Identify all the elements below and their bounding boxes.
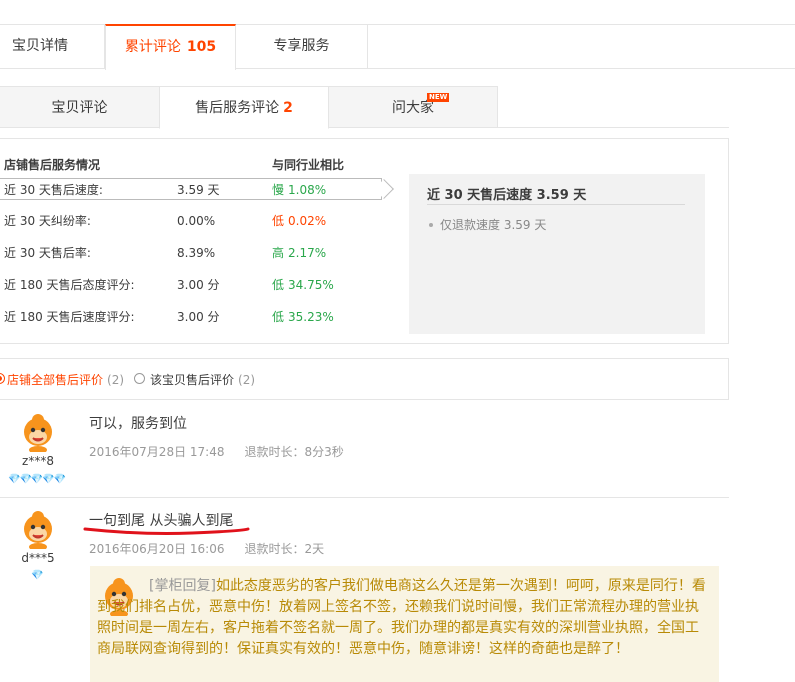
row-compare: 低 34.75% — [272, 274, 334, 296]
row-compare: 低 35.23% — [272, 306, 334, 328]
row-level: 低 — [272, 214, 285, 228]
username: z***8 — [22, 454, 54, 468]
filter-item-count: (2) — [238, 373, 256, 387]
tab-cumulative-reviews-label: 累计评论 — [124, 39, 181, 55]
divider — [0, 497, 729, 498]
row-level: 慢 — [272, 183, 285, 197]
after-sale-service-panel: 店铺售后服务情况 与同行业相比 近 30 天售后速度: 3.59 天 慢 1.08… — [0, 138, 729, 344]
tab-item-details-label: 宝贝详情 — [12, 38, 68, 54]
red-underline-mark — [83, 527, 250, 535]
tab-cumulative-reviews[interactable]: 累计评论 105 — [105, 24, 236, 70]
row-value: 3.00 分 — [177, 278, 220, 292]
subtab-ask-all-label: 问大家 — [392, 100, 434, 116]
row-pct: 1.08% — [288, 183, 327, 197]
reply-tag: [掌柜回复] — [149, 578, 216, 594]
service-row-dispute[interactable]: 近 30 天纠纷率: 0.00% 低 0.02% — [0, 210, 382, 232]
tab-exclusive-service[interactable]: 专享服务 — [236, 24, 368, 69]
row-level: 低 — [272, 278, 285, 292]
review-meta: 2016年07月28日 17:48 退款时长：8分3秒 — [89, 443, 344, 460]
service-row-speed[interactable]: 近 30 天售后速度: 3.59 天 慢 1.08% — [0, 178, 394, 201]
service-row-speed-score[interactable]: 近 180 天售后速度评分: 3.00 分 低 35.23% — [0, 306, 382, 328]
subtab-ask-all[interactable]: 问大家 NEW — [328, 86, 498, 128]
review-text: 可以，服务到位 — [89, 416, 187, 432]
refund-speed-text: 仅退款速度 3.59 天 — [440, 218, 547, 232]
review-date: 2016年06月20日 16:06 — [89, 542, 225, 556]
row-compare: 低 0.02% — [272, 210, 326, 232]
seller-reply: [掌柜回复]如此态度恶劣的客户我们做电商这么久还是第一次遇到！呵呵，原来是同行！… — [90, 566, 719, 682]
row-value: 0.00% — [177, 214, 216, 228]
row-pct: 35.23% — [288, 310, 334, 324]
tab-item-details[interactable]: 宝贝详情 — [0, 24, 105, 69]
row-pct: 2.17% — [288, 246, 327, 260]
filter-all-text: 店铺全部售后评价 — [7, 373, 104, 387]
row-compare: 慢 1.08% — [272, 179, 326, 201]
subtab-item-reviews[interactable]: 宝贝评论 — [0, 86, 160, 128]
review-date: 2016年07月28日 17:48 — [89, 445, 225, 459]
review-meta: 2016年06月20日 16:06 退款时长：2天 — [89, 540, 324, 557]
seller-reply-text: [掌柜回复]如此态度恶劣的客户我们做电商这么久还是第一次遇到！呵呵，原来是同行！… — [97, 576, 711, 660]
row-level: 低 — [272, 310, 285, 324]
filter-item-label[interactable]: 该宝贝售后评价 (2) — [150, 371, 255, 388]
row-label: 近 180 天售后速度评分: — [4, 310, 135, 324]
industry-compare-header: 与同行业相比 — [272, 158, 345, 172]
tab-exclusive-service-label: 专享服务 — [273, 38, 330, 54]
row-compare: 高 2.17% — [272, 242, 326, 264]
refund-duration: 退款时长：8分3秒 — [244, 445, 344, 459]
subtab-after-sale-reviews[interactable]: 售后服务评论 2 — [159, 86, 329, 129]
speed-detail-box: 近 30 天售后速度 3.59 天 仅退款速度 3.59 天 — [409, 174, 705, 334]
service-row-attitude-score[interactable]: 近 180 天售后态度评分: 3.00 分 低 34.75% — [0, 274, 382, 296]
username: d***5 — [21, 551, 55, 565]
divider — [427, 204, 685, 205]
radio-item-reviews[interactable] — [134, 373, 145, 384]
row-label: 近 180 天售后态度评分: — [4, 278, 135, 292]
filter-all-count: (2) — [107, 373, 125, 387]
after-sale-count: 2 — [283, 100, 293, 116]
main-tabs: 宝贝详情 累计评论 105 专享服务 — [0, 24, 795, 70]
row-label: 近 30 天售后率: — [4, 246, 91, 260]
refund-speed-item: 仅退款速度 3.59 天 — [427, 216, 546, 233]
subtab-item-reviews-label: 宝贝评论 — [51, 100, 108, 116]
service-header: 店铺售后服务情况 — [4, 158, 101, 172]
row-pct: 0.02% — [288, 214, 327, 228]
review-filter-bar: 店铺全部售后评价 (2) 该宝贝售后评价 (2) — [0, 358, 729, 400]
radio-all-reviews[interactable] — [0, 373, 5, 384]
row-pct: 34.75% — [288, 278, 334, 292]
service-row-after-sale-rate[interactable]: 近 30 天售后率: 8.39% 高 2.17% — [0, 242, 382, 264]
buyer-level-icon: 💎 — [31, 570, 43, 581]
row-pointer-arrow — [374, 179, 394, 199]
speed-detail-title: 近 30 天售后速度 3.59 天 — [427, 188, 587, 203]
row-value: 8.39% — [177, 246, 216, 260]
buyer-level-icon: 💎💎💎💎💎 — [8, 474, 66, 485]
filter-all-label[interactable]: 店铺全部售后评价 (2) — [7, 371, 124, 388]
refund-duration: 退款时长：2天 — [244, 542, 325, 556]
subtab-after-sale-label: 售后服务评论 — [195, 100, 280, 116]
filter-item-text: 该宝贝售后评价 — [150, 373, 235, 387]
avatar-icon[interactable] — [18, 509, 58, 549]
avatar-icon[interactable] — [18, 412, 58, 452]
row-label: 近 30 天售后速度: — [4, 183, 103, 197]
sub-tabs: 宝贝评论 售后服务评论 2 问大家 NEW — [0, 86, 729, 129]
row-label: 近 30 天纠纷率: — [4, 214, 91, 228]
reviews-count: 105 — [186, 39, 217, 55]
bullet-icon — [429, 222, 433, 227]
row-value: 3.59 天 — [177, 183, 220, 197]
row-level: 高 — [272, 246, 285, 260]
new-badge: NEW — [427, 93, 450, 102]
row-value: 3.00 分 — [177, 310, 220, 324]
